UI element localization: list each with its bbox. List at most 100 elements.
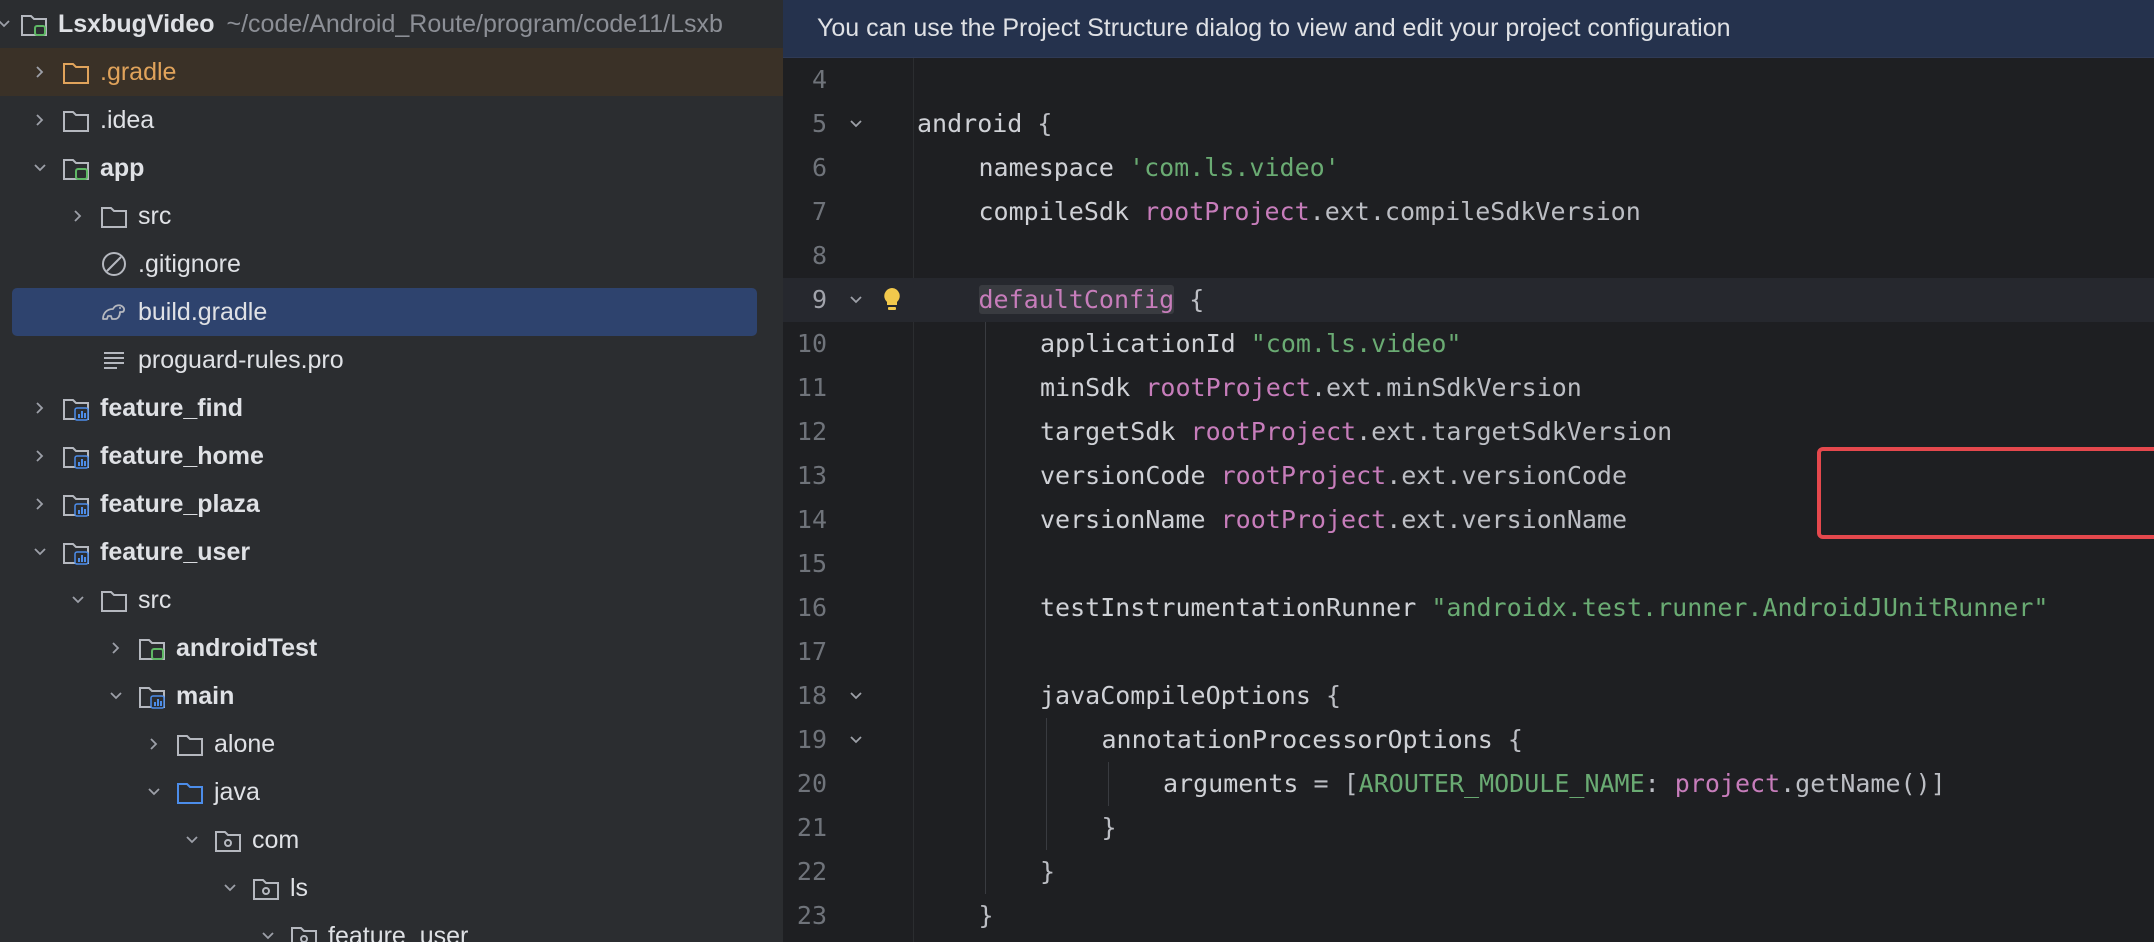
code-line[interactable]: 17 — [783, 630, 2154, 674]
lightbulb-icon[interactable] — [877, 278, 907, 322]
code-token: rootProject — [1145, 373, 1311, 402]
chevron-down-icon[interactable] — [30, 542, 50, 562]
tree-item[interactable]: src — [0, 576, 783, 624]
folder-icon — [98, 584, 130, 616]
line-number: 16 — [796, 593, 827, 622]
highlight-box — [1817, 447, 2154, 539]
tree-item[interactable]: com — [0, 816, 783, 864]
code-token: namespace — [978, 153, 1130, 182]
chevron-down-icon[interactable] — [68, 590, 88, 610]
code-editor[interactable]: You can use the Project Structure dialog… — [783, 0, 2154, 942]
library-module-icon — [136, 680, 168, 712]
code-line[interactable]: 19 annotationProcessorOptions { — [783, 718, 2154, 762]
tree-item[interactable]: feature_user — [0, 912, 783, 942]
project-tree[interactable]: LsxbugVideo ~/code/Android_Route/program… — [0, 0, 783, 942]
tree-item-label: feature_user — [100, 537, 251, 566]
tree-item-label: feature_home — [100, 441, 264, 470]
chevron-down-icon[interactable] — [144, 782, 164, 802]
chevron-right-icon[interactable] — [30, 110, 50, 130]
line-number: 19 — [796, 725, 827, 754]
library-module-icon — [60, 392, 92, 424]
tree-item-label: com — [252, 825, 300, 854]
code-token: android — [917, 109, 1038, 138]
code-text: } — [1040, 850, 1055, 894]
tree-item-label: feature_plaza — [100, 489, 260, 518]
tree-item-label: src — [138, 585, 172, 614]
package-icon — [250, 872, 282, 904]
tree-item[interactable]: build.gradle — [0, 288, 783, 336]
chevron-down-icon[interactable] — [0, 14, 14, 34]
code-text: applicationId "com.ls.video" — [1040, 322, 1461, 366]
chevron-down-icon[interactable] — [30, 158, 50, 178]
tree-root[interactable]: LsxbugVideo ~/code/Android_Route/program… — [0, 0, 783, 48]
tree-item[interactable]: .gitignore — [0, 240, 783, 288]
tree-item[interactable]: app — [0, 144, 783, 192]
tree-item[interactable]: .idea — [0, 96, 783, 144]
line-number: 4 — [811, 65, 827, 94]
tree-item[interactable]: feature_find — [0, 384, 783, 432]
chevron-right-icon[interactable] — [68, 206, 88, 226]
code-text: javaCompileOptions { — [1040, 674, 1341, 718]
chevron-down-icon[interactable] — [258, 926, 278, 942]
code-line[interactable]: 8 — [783, 234, 2154, 278]
code-text: defaultConfig { — [978, 278, 1204, 322]
tree-item[interactable]: proguard-rules.pro — [0, 336, 783, 384]
code-line[interactable]: 20 arguments = [AROUTER_MODULE_NAME: proj… — [783, 762, 2154, 806]
module-folder-icon — [60, 152, 92, 184]
chevron-down-icon[interactable] — [106, 686, 126, 706]
code-line[interactable]: 21} — [783, 806, 2154, 850]
indent-guide — [1107, 762, 1109, 806]
tree-item[interactable]: .gradle — [0, 48, 783, 96]
fold-chevron-icon[interactable] — [841, 674, 871, 718]
package-icon — [212, 824, 244, 856]
code-line[interactable]: 6 namespace 'com.ls.video' — [783, 146, 2154, 190]
tree-item[interactable]: androidTest — [0, 624, 783, 672]
chevron-down-icon[interactable] — [220, 878, 240, 898]
code-token: compileSdk — [978, 197, 1145, 226]
code-line[interactable]: 16 testInstrumentationRunner "androidx.te… — [783, 586, 2154, 630]
code-line[interactable]: 18 javaCompileOptions { — [783, 674, 2154, 718]
code-token: } — [1101, 813, 1117, 842]
code-line[interactable]: 15 — [783, 542, 2154, 586]
code-line[interactable]: 5 android { — [783, 102, 2154, 146]
chevron-right-icon[interactable] — [30, 446, 50, 466]
chevron-right-icon[interactable] — [30, 494, 50, 514]
code-token: rootProject — [1190, 417, 1357, 446]
chevron-right-icon[interactable] — [30, 62, 50, 82]
line-number: 6 — [811, 153, 827, 182]
line-number: 11 — [796, 373, 827, 402]
code-line[interactable]: 10 applicationId "com.ls.video" — [783, 322, 2154, 366]
code-line[interactable]: 4 — [783, 58, 2154, 102]
tree-item[interactable]: ls — [0, 864, 783, 912]
tree-item[interactable]: main — [0, 672, 783, 720]
fold-chevron-icon[interactable] — [841, 102, 871, 146]
chevron-right-icon[interactable] — [106, 638, 126, 658]
code-token: "com.ls.video" — [1250, 329, 1462, 358]
tree-item[interactable]: feature_home — [0, 432, 783, 480]
code-line[interactable]: 7 compileSdk rootProject.ext.compileSdkVe… — [783, 190, 2154, 234]
line-number: 22 — [796, 857, 827, 886]
tree-item[interactable]: feature_user — [0, 528, 783, 576]
code-token: } — [1040, 857, 1056, 886]
tree-item[interactable]: src — [0, 192, 783, 240]
indent-guide — [1046, 718, 1047, 850]
code-token: defaultConfig — [978, 285, 1175, 314]
fold-chevron-icon[interactable] — [841, 278, 871, 322]
chevron-right-icon[interactable] — [30, 398, 50, 418]
chevron-right-icon[interactable] — [144, 734, 164, 754]
code-line[interactable]: 23} — [783, 894, 2154, 938]
tree-item[interactable]: java — [0, 768, 783, 816]
chevron-down-icon[interactable] — [182, 830, 202, 850]
code-line[interactable]: 11 minSdk rootProject.ext.minSdkVersion — [783, 366, 2154, 410]
fold-chevron-icon[interactable] — [841, 718, 871, 762]
tree-item[interactable]: alone — [0, 720, 783, 768]
code-token: 'com.ls.video' — [1129, 153, 1340, 182]
project-structure-banner[interactable]: You can use the Project Structure dialog… — [783, 0, 2154, 58]
code-token: project — [1674, 769, 1781, 798]
tree-item[interactable]: feature_plaza — [0, 480, 783, 528]
code-text: namespace 'com.ls.video' — [979, 146, 1340, 190]
tree-item-label: androidTest — [176, 633, 318, 662]
code-line[interactable]: 9 defaultConfig { — [783, 278, 2154, 322]
code-line[interactable]: 22} — [783, 850, 2154, 894]
